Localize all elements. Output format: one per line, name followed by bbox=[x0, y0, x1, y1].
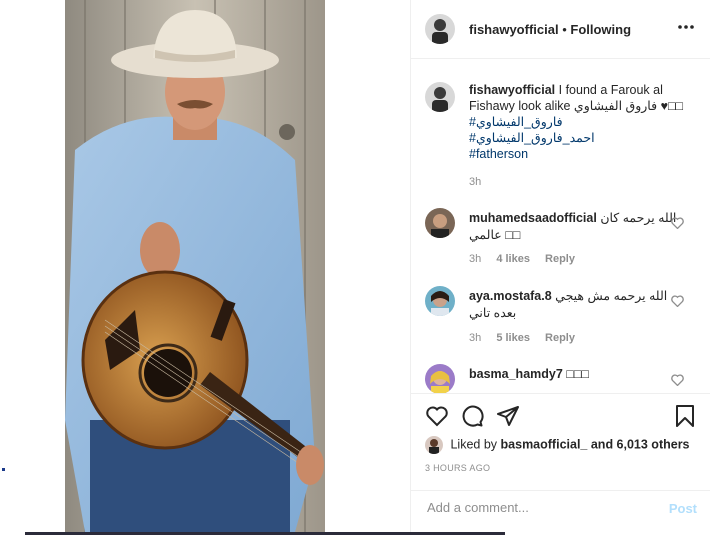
following-button[interactable]: Following bbox=[570, 22, 631, 37]
cowboy-guitar-photo bbox=[65, 0, 325, 532]
comment-likes[interactable]: 5 likes bbox=[496, 332, 530, 344]
comment-likes[interactable]: 4 likes bbox=[496, 253, 530, 265]
instagram-post: fishawyofficial • Following fishawyoffic… bbox=[0, 0, 710, 544]
avatar[interactable] bbox=[425, 82, 455, 112]
post-header: fishawyofficial • Following bbox=[411, 0, 710, 59]
comment-meta: 3h 4 likes Reply bbox=[469, 253, 587, 265]
header-separator: • bbox=[562, 22, 567, 37]
add-comment-bar: Post bbox=[411, 490, 710, 531]
post-side-panel: fishawyofficial • Following fishawyoffic… bbox=[410, 0, 710, 544]
avatar[interactable] bbox=[425, 436, 443, 454]
page-bottom-edge bbox=[0, 532, 710, 547]
more-horizontal-icon[interactable] bbox=[677, 20, 695, 34]
liked-by-user[interactable]: basmaofficial_ bbox=[501, 437, 588, 451]
reply-button[interactable]: Reply bbox=[545, 253, 575, 265]
decorative-dot bbox=[2, 468, 5, 471]
comment-text: aya.mostafa.8 الله يرحمه مش هيجي بعده تا… bbox=[469, 288, 679, 322]
heart-icon[interactable] bbox=[671, 216, 684, 230]
liked-by-prefix: Liked by bbox=[450, 437, 498, 452]
comment-text: basma_hamdy7 □□□ bbox=[469, 366, 679, 383]
comment-icon[interactable] bbox=[460, 404, 484, 428]
avatar[interactable] bbox=[425, 286, 455, 316]
caption-line-1: I found a Farouk al bbox=[558, 83, 663, 97]
caption-username[interactable]: fishawyofficial bbox=[469, 83, 555, 97]
header-userline: fishawyofficial • Following bbox=[469, 22, 631, 37]
bookmark-icon[interactable] bbox=[673, 404, 697, 428]
post-time[interactable]: 3 HOURS AGO bbox=[425, 463, 490, 473]
avatar[interactable] bbox=[425, 364, 455, 394]
heart-icon[interactable] bbox=[671, 294, 684, 308]
send-icon[interactable] bbox=[496, 404, 520, 428]
post-photo[interactable] bbox=[65, 0, 325, 532]
comment-time[interactable]: 3h bbox=[469, 332, 481, 344]
comment-text: muhamedsaadofficial الله يرحمه كان عالمي… bbox=[469, 210, 679, 244]
liked-by-others[interactable]: and 6,013 others bbox=[591, 437, 690, 451]
reply-button[interactable]: Reply bbox=[545, 332, 575, 344]
comment-username[interactable]: basma_hamdy7 bbox=[469, 367, 563, 381]
header-username[interactable]: fishawyofficial bbox=[469, 22, 559, 37]
action-bar: Liked by basmaofficial_ and 6,013 others… bbox=[411, 393, 710, 544]
comment-body: □□□ bbox=[566, 367, 589, 381]
hashtag-link[interactable]: #فاروق_الفيشاوي bbox=[469, 114, 695, 130]
comment-time[interactable]: 3h bbox=[469, 253, 481, 265]
hashtag-link[interactable]: #احمد_فاروق_الفيشاوي bbox=[469, 130, 695, 146]
caption-text: fishawyofficial I found a Farouk al Fish… bbox=[469, 82, 695, 162]
comment-meta: 3h 5 likes Reply bbox=[469, 332, 587, 344]
caption-line-2: Fishawy look alike فاروق الفيشاوي ♥□□ bbox=[469, 99, 684, 113]
liked-by: Liked by basmaofficial_ and 6,013 others bbox=[425, 436, 690, 454]
avatar[interactable] bbox=[425, 208, 455, 238]
caption-time[interactable]: 3h bbox=[469, 176, 481, 188]
hashtag-link[interactable]: #fatherson bbox=[469, 146, 695, 162]
avatar[interactable] bbox=[425, 14, 455, 44]
heart-icon[interactable] bbox=[425, 404, 449, 428]
divider bbox=[25, 532, 505, 535]
comment-username[interactable]: muhamedsaadofficial bbox=[469, 211, 597, 225]
comment-username[interactable]: aya.mostafa.8 bbox=[469, 289, 552, 303]
post-button[interactable]: Post bbox=[669, 501, 697, 516]
heart-icon[interactable] bbox=[671, 373, 684, 387]
comment-input[interactable] bbox=[425, 499, 649, 516]
